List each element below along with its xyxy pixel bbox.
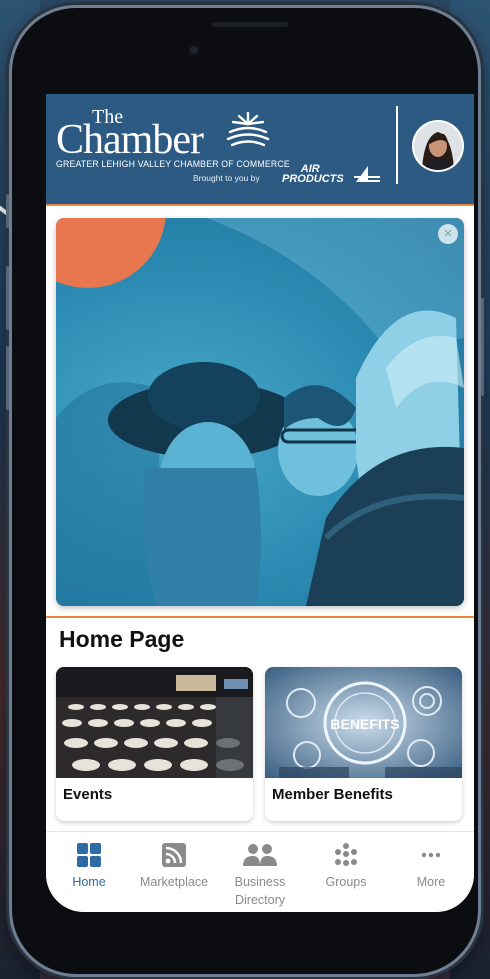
tab-label-home: Home xyxy=(72,875,106,889)
speaker-grille xyxy=(212,22,288,27)
brought-by-text: Brought to you by xyxy=(193,173,260,183)
close-icon[interactable]: × xyxy=(438,224,458,244)
air-products-mark-icon xyxy=(354,166,380,182)
bottom-tab-bar: Home Marketplace Business Directory Grou… xyxy=(46,831,474,912)
people-icon xyxy=(243,844,277,866)
ellipsis-icon xyxy=(421,852,441,858)
benefits-graphic: BENEFITS xyxy=(265,667,462,778)
avatar[interactable] xyxy=(412,120,464,172)
sponsor-line2: PRODUCTS xyxy=(282,173,344,185)
page-title: Home Page xyxy=(59,626,185,652)
profile-photo xyxy=(414,122,462,170)
mute-switch xyxy=(6,194,9,228)
tab-label-marketplace: Marketplace xyxy=(139,875,209,889)
logo-subtitle: GREATER LEHIGH VALLEY CHAMBER OF COMMERC… xyxy=(56,159,290,170)
tab-more[interactable]: More xyxy=(388,842,474,891)
home-grid-icon xyxy=(77,843,101,867)
app-header: The Chamber GREATER LEHIGH VALLEY CHAMBE… xyxy=(46,94,474,206)
tab-label-groups: Groups xyxy=(325,875,367,889)
power-button xyxy=(481,298,484,396)
tab-home[interactable]: Home xyxy=(46,842,132,891)
groups-dots-icon xyxy=(335,843,357,866)
phone-frame: The Chamber GREATER LEHIGH VALLEY CHAMBE… xyxy=(6,8,484,974)
logo-chamber: Chamber xyxy=(56,117,204,163)
rss-feed-icon xyxy=(162,843,186,867)
promo-photo xyxy=(56,218,464,606)
tab-marketplace[interactable]: Marketplace xyxy=(131,842,217,891)
sunburst-logo-icon xyxy=(226,111,270,147)
banquet-hall-photo xyxy=(56,667,253,778)
front-camera xyxy=(190,46,198,54)
card-label-member-benefits: Member Benefits xyxy=(272,786,393,803)
card-label-events: Events xyxy=(63,786,113,803)
section-divider xyxy=(46,616,474,618)
tab-label-business-directory: Business Directory xyxy=(234,875,286,907)
promo-banner[interactable]: × xyxy=(56,218,464,606)
svg-text:BENEFITS: BENEFITS xyxy=(330,716,399,732)
volume-up-button xyxy=(6,266,9,330)
tab-label-more: More xyxy=(416,875,446,889)
sponsor-logo: AIR PRODUCTS xyxy=(282,164,344,185)
volume-down-button xyxy=(6,346,9,410)
member-benefits-card[interactable]: BENEFITS Member Benefits xyxy=(265,667,462,821)
header-divider xyxy=(396,106,398,184)
events-card[interactable]: Events xyxy=(56,667,253,821)
tab-business-directory[interactable]: Business Directory xyxy=(217,842,303,909)
tab-groups[interactable]: Groups xyxy=(303,842,389,891)
app-screen: The Chamber GREATER LEHIGH VALLEY CHAMBE… xyxy=(46,94,474,912)
